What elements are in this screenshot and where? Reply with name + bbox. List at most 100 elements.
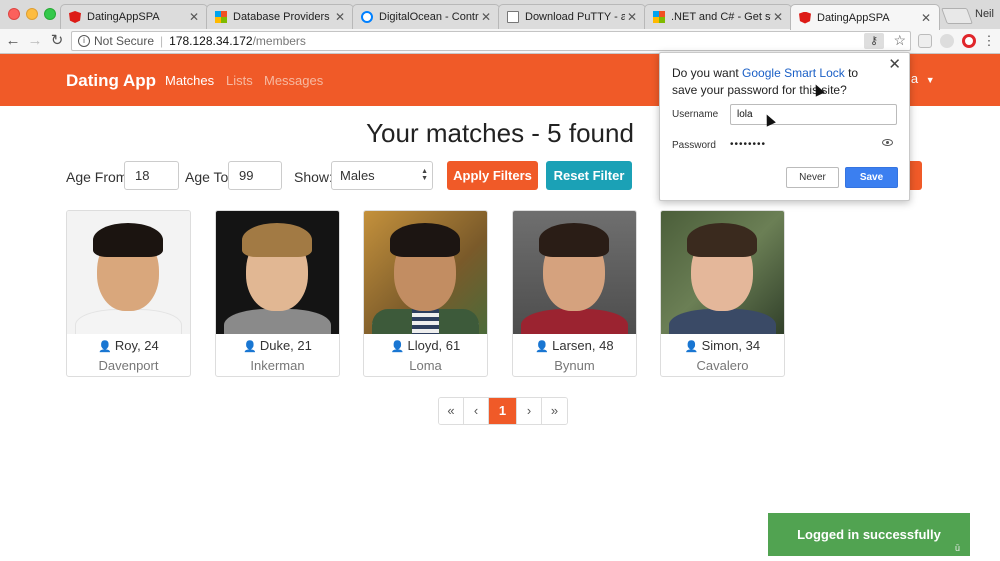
save-password-question: Do you want Google Smart Lock to save yo… bbox=[672, 66, 859, 97]
age-from-input[interactable]: 18 bbox=[124, 161, 179, 190]
member-city: Inkerman bbox=[250, 358, 305, 373]
browser-tab[interactable]: DatingAppSPA ✕ bbox=[60, 4, 208, 29]
first-page-button[interactable]: « bbox=[439, 398, 464, 424]
member-photo[interactable] bbox=[661, 211, 784, 334]
member-name-age: 👤 Simon, 34 bbox=[684, 338, 761, 353]
page-number-current[interactable]: 1 bbox=[489, 398, 517, 424]
nav-link-lists[interactable]: Lists bbox=[226, 73, 253, 88]
window-zoom-button[interactable] bbox=[44, 8, 56, 20]
tab-close-icon[interactable]: ✕ bbox=[625, 10, 639, 24]
app-brand[interactable]: Dating App bbox=[66, 71, 156, 91]
security-status: Not Secure bbox=[94, 34, 155, 48]
close-icon[interactable]: ✕ bbox=[888, 55, 901, 73]
tab-close-icon[interactable]: ✕ bbox=[333, 10, 347, 24]
caret-down-icon: ▼ bbox=[925, 75, 935, 85]
browser-tab-active[interactable]: DatingAppSPA ✕ bbox=[790, 4, 940, 30]
age-to-input[interactable]: 99 bbox=[228, 161, 282, 190]
member-card[interactable]: 👤 Roy, 24 Davenport bbox=[66, 210, 191, 377]
smart-lock-popup: ✕ Do you want Google Smart Lock to save … bbox=[659, 52, 910, 201]
tab-close-icon[interactable]: ✕ bbox=[479, 10, 493, 24]
user-icon: 👤 bbox=[390, 341, 405, 353]
smart-lock-link[interactable]: Google Smart Lock bbox=[742, 66, 845, 80]
member-photo[interactable] bbox=[513, 211, 636, 334]
eye-icon[interactable] bbox=[882, 139, 893, 146]
success-toast[interactable]: Logged in successfully bbox=[768, 513, 970, 556]
nav-link-matches[interactable]: Matches bbox=[165, 73, 214, 88]
member-card[interactable]: 👤 Lloyd, 61 Loma bbox=[363, 210, 488, 377]
member-city: Cavalero bbox=[696, 358, 749, 373]
address-bar[interactable]: i Not Secure | 178.128.34.172 /members ⚷… bbox=[71, 31, 911, 51]
angular-icon bbox=[799, 11, 811, 24]
forward-arrow-icon[interactable]: → bbox=[26, 32, 44, 50]
tab-close-icon[interactable]: ✕ bbox=[771, 10, 785, 24]
url-path: /members bbox=[252, 34, 306, 48]
tab-close-icon[interactable]: ✕ bbox=[919, 11, 933, 25]
menu-kebab-icon[interactable]: ⋮ bbox=[980, 32, 998, 50]
member-photo[interactable] bbox=[364, 211, 487, 334]
bookmark-star-icon[interactable]: ☆ bbox=[893, 32, 906, 49]
save-button[interactable]: Save bbox=[845, 167, 898, 188]
browser-tab-strip: DatingAppSPA ✕ Database Providers - El ✕… bbox=[0, 0, 1000, 30]
nav-link-messages[interactable]: Messages bbox=[264, 73, 323, 88]
member-photo[interactable] bbox=[216, 211, 339, 334]
user-dropdown[interactable]: la ▼ bbox=[908, 71, 935, 86]
member-card[interactable]: 👤 Larsen, 48 Bynum bbox=[512, 210, 637, 377]
pagination: « ‹ 1 › » bbox=[438, 397, 568, 425]
udemy-watermark: ū bbox=[955, 543, 961, 553]
digitalocean-icon bbox=[361, 11, 373, 23]
member-city: Loma bbox=[409, 358, 442, 373]
user-icon: 👤 bbox=[684, 341, 699, 353]
password-label: Password bbox=[672, 140, 716, 151]
browser-tab[interactable]: DigitalOcean - Control ✕ bbox=[352, 4, 500, 29]
url-separator: | bbox=[160, 34, 164, 48]
last-page-button[interactable]: » bbox=[542, 398, 567, 424]
microsoft-icon bbox=[653, 11, 665, 23]
username-label: Username bbox=[672, 109, 719, 120]
password-value: •••••••• bbox=[730, 139, 767, 150]
user-icon: 👤 bbox=[243, 341, 257, 353]
next-page-button[interactable]: › bbox=[517, 398, 542, 424]
opera-icon[interactable] bbox=[962, 34, 976, 48]
gender-select[interactable]: Males ▲ ▼ bbox=[331, 161, 433, 190]
member-card[interactable]: 👤 Duke, 21 Inkerman bbox=[215, 210, 340, 377]
never-button[interactable]: Never bbox=[786, 167, 839, 188]
apply-filters-button[interactable]: Apply Filters bbox=[447, 161, 538, 190]
reload-icon[interactable]: ↻ bbox=[48, 32, 66, 50]
extension-icon[interactable] bbox=[940, 34, 954, 48]
browser-toolbar: ← → ↻ i Not Secure | 178.128.34.172 /mem… bbox=[0, 29, 1000, 54]
user-icon: 👤 bbox=[535, 341, 550, 353]
member-city: Davenport bbox=[98, 358, 159, 373]
member-name-age: 👤 Duke, 21 bbox=[243, 338, 312, 353]
browser-tab[interactable]: Download PuTTY - a fre ✕ bbox=[498, 4, 646, 29]
window-minimize-button[interactable] bbox=[26, 8, 38, 20]
select-arrows-icon: ▲ ▼ bbox=[421, 168, 428, 182]
url-host: 178.128.34.172 bbox=[169, 34, 253, 48]
document-icon bbox=[507, 11, 519, 23]
age-from-label: Age From bbox=[66, 169, 128, 185]
window-close-button[interactable] bbox=[8, 8, 20, 20]
info-icon[interactable]: i bbox=[78, 35, 90, 47]
profile-name[interactable]: Neil bbox=[975, 8, 994, 20]
member-name-age: 👤 Larsen, 48 bbox=[535, 338, 614, 353]
new-tab-button[interactable] bbox=[941, 8, 973, 24]
browser-tab[interactable]: .NET and C# - Get start ✕ bbox=[644, 4, 792, 29]
username-field[interactable]: lola bbox=[730, 104, 897, 125]
prev-page-button[interactable]: ‹ bbox=[464, 398, 489, 424]
extension-icon[interactable] bbox=[918, 34, 932, 48]
reset-filter-button[interactable]: Reset Filter bbox=[546, 161, 632, 190]
show-label: Show: bbox=[294, 169, 333, 185]
gender-select-value: Males bbox=[340, 168, 375, 183]
browser-tab[interactable]: Database Providers - El ✕ bbox=[206, 4, 354, 29]
key-icon[interactable]: ⚷ bbox=[864, 33, 884, 49]
member-name-age: 👤 Roy, 24 bbox=[98, 338, 159, 353]
tab-close-icon[interactable]: ✕ bbox=[187, 10, 201, 24]
age-to-label: Age To bbox=[185, 169, 229, 185]
member-city: Bynum bbox=[554, 358, 595, 373]
back-arrow-icon[interactable]: ← bbox=[4, 32, 22, 50]
microsoft-icon bbox=[215, 11, 227, 23]
member-photo[interactable] bbox=[67, 211, 190, 334]
member-name-age: 👤 Lloyd, 61 bbox=[390, 338, 461, 353]
user-icon: 👤 bbox=[98, 341, 112, 353]
member-card[interactable]: 👤 Simon, 34 Cavalero bbox=[660, 210, 785, 377]
angular-icon bbox=[69, 11, 81, 23]
